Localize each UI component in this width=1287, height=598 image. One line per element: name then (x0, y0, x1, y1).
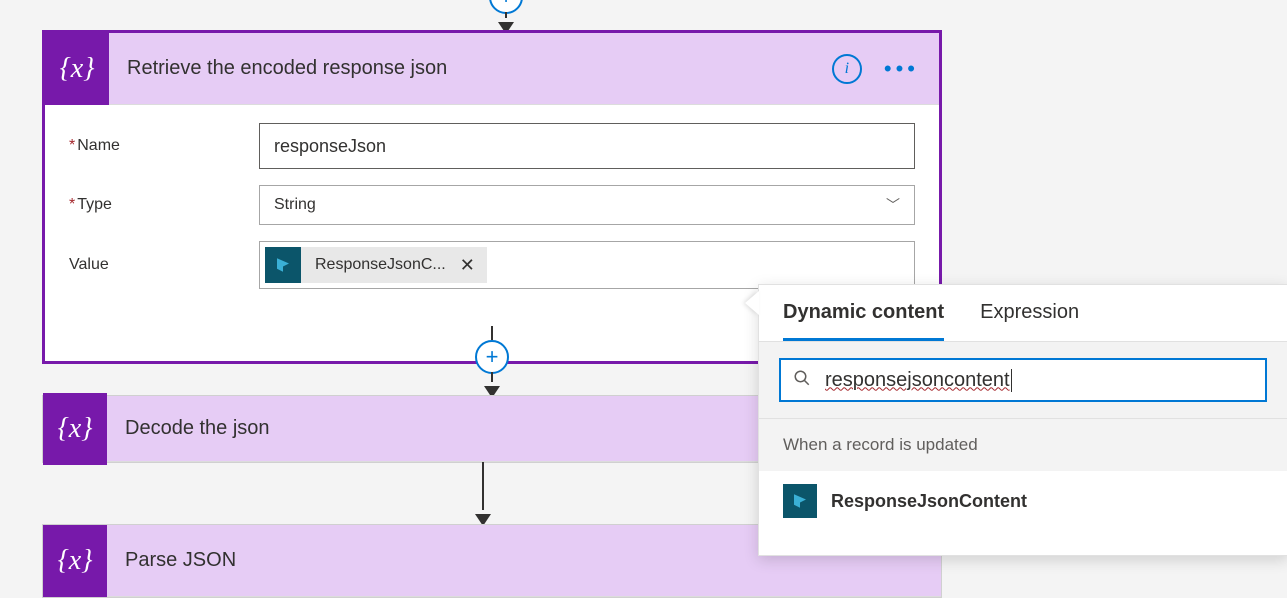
insert-step-button[interactable]: + (475, 340, 509, 374)
search-input[interactable]: responsejsoncontent (779, 358, 1267, 402)
more-menu-icon[interactable]: ••• (884, 56, 919, 82)
name-label: *Name (69, 137, 259, 155)
variable-icon: {x} (45, 33, 109, 105)
value-label: Value (69, 256, 259, 274)
dynamic-content-panel: Dynamic content Expression responsejsonc… (758, 284, 1287, 556)
value-token[interactable]: ResponseJsonC... ✕ (265, 247, 487, 283)
card-title: Retrieve the encoded response json (109, 57, 832, 80)
search-value: responsejsoncontent (825, 369, 1012, 392)
name-input[interactable] (259, 123, 915, 169)
type-select[interactable]: String ﹀ (259, 185, 915, 225)
variable-icon: {x} (43, 525, 107, 597)
type-select-value: String (274, 196, 316, 214)
type-label: *Type (69, 196, 259, 214)
search-icon (793, 369, 811, 392)
tab-expression[interactable]: Expression (980, 301, 1079, 341)
token-label: ResponseJsonC... (301, 256, 460, 274)
result-item[interactable]: ResponseJsonContent (759, 472, 1287, 530)
chevron-down-icon: ﹀ (886, 195, 900, 215)
dynamics-icon (783, 484, 817, 518)
token-remove-icon[interactable]: ✕ (460, 255, 487, 276)
value-input[interactable]: ResponseJsonC... ✕ (259, 241, 915, 289)
variable-icon: {x} (43, 393, 107, 465)
info-icon[interactable]: i (832, 54, 862, 84)
tab-dynamic-content[interactable]: Dynamic content (783, 301, 944, 341)
dynamics-icon (265, 247, 301, 283)
result-section-label: When a record is updated (759, 418, 1287, 472)
result-label: ResponseJsonContent (831, 491, 1027, 512)
